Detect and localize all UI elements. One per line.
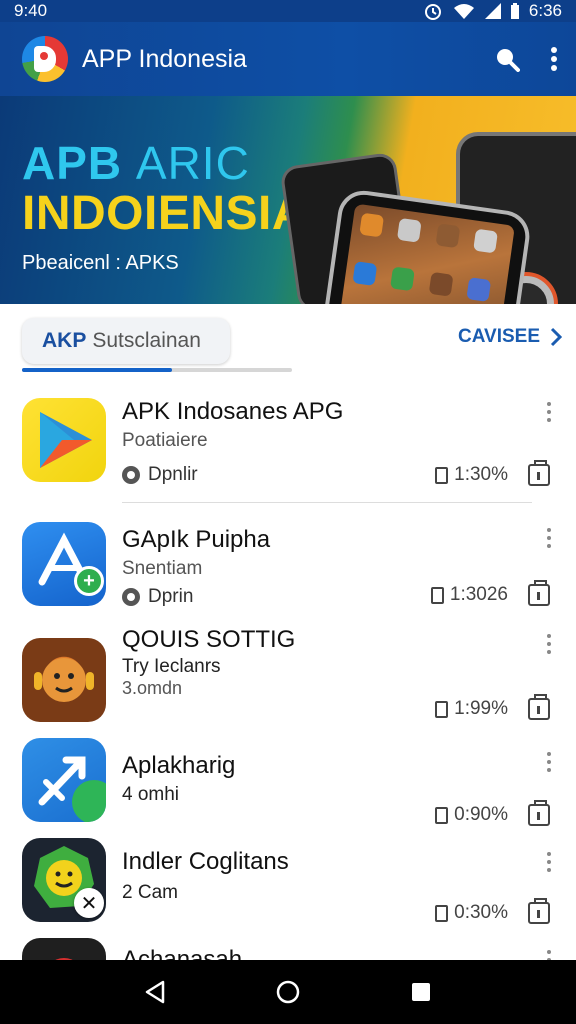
tab-underline — [22, 368, 172, 372]
app-subtitle: 4 omhi — [122, 784, 180, 805]
list-item[interactable]: + GApIk Puipha Snentiam Dprin 1:3026 — [0, 512, 576, 624]
app-subtitle: Try Ieclanrs — [122, 656, 221, 677]
app-bar: APP Indonesia — [0, 22, 576, 96]
more-vert-icon[interactable] — [546, 752, 552, 772]
tab-selected[interactable]: AKP Sutsclainan — [22, 318, 230, 364]
phone-screen — [333, 203, 515, 304]
more-vert-icon[interactable] — [546, 402, 552, 422]
app-name: QOUIS SOTTIG — [122, 626, 296, 653]
download-icon[interactable] — [528, 800, 550, 826]
more-vert-icon[interactable] — [546, 634, 552, 654]
banner-title-line2: INDOIENSIA — [22, 187, 308, 240]
app-subtitle: Poatiaiere — [122, 430, 208, 451]
app-size: 1:99% — [435, 698, 508, 720]
section-header: AKP Sutsclainan CAVISEE — [22, 318, 562, 374]
download-icon[interactable] — [528, 898, 550, 924]
app-subtitle: Snentiam — [122, 558, 203, 579]
file-icon — [435, 700, 449, 718]
app-title: APP Indonesia — [82, 44, 247, 73]
app-size: 0:30% — [435, 902, 508, 924]
more-vert-icon[interactable] — [546, 852, 552, 872]
app-size: 1:3026 — [430, 584, 508, 606]
character-app-icon — [22, 638, 106, 722]
status-time: 9:40 — [14, 1, 48, 20]
chevron-right-icon — [550, 327, 562, 347]
status-right-time: 6:36 — [528, 1, 562, 20]
play-store-app-icon — [22, 398, 106, 482]
file-icon — [435, 904, 449, 922]
app-logo — [22, 36, 68, 82]
home-icon[interactable] — [275, 979, 301, 1005]
file-icon — [435, 806, 449, 824]
file-icon — [435, 466, 449, 484]
close-badge-icon: ✕ — [74, 888, 104, 918]
status-bar: 9:40 6:36 — [0, 0, 576, 22]
list-item[interactable]: QOUIS SOTTIG Try Ieclanrs 3.omdn 1:99% — [0, 626, 576, 738]
recents-icon[interactable] — [410, 981, 432, 1003]
file-icon — [430, 586, 444, 604]
app-name: GApIk Puipha — [122, 526, 271, 553]
download-icon[interactable] — [528, 460, 550, 486]
banner-title-line1: APB ARIC — [22, 137, 250, 189]
banner-subtitle: Pbeaicenl : APKS — [22, 252, 179, 274]
more-vert-icon[interactable] — [550, 47, 558, 71]
developer-icon — [122, 588, 140, 606]
developer-icon — [122, 466, 140, 484]
app-author: Dprin — [122, 586, 193, 608]
promo-banner[interactable]: APB ARIC INDOIENSIA Pbeaicenl : APKS — [0, 96, 576, 304]
list-item[interactable]: ✕ Indler Coglitans 2 Cam 0:30% — [0, 836, 576, 936]
app-subtitle-2: 3.omdn — [122, 678, 183, 698]
app-name: APK Indosanes APG — [122, 398, 344, 425]
app-name: Indler Coglitans — [122, 848, 289, 875]
download-icon[interactable] — [528, 580, 550, 606]
search-icon[interactable] — [494, 46, 520, 72]
add-badge-icon: + — [74, 566, 104, 596]
signal-icon — [484, 3, 501, 19]
see-all-link[interactable]: CAVISEE — [458, 326, 562, 348]
more-vert-icon[interactable] — [546, 528, 552, 548]
back-icon[interactable] — [144, 980, 166, 1004]
divider — [122, 502, 532, 503]
status-icons: 6:36 — [423, 1, 562, 21]
app-name: Aplakharig — [122, 752, 236, 779]
app-size: 1:30% — [435, 464, 508, 486]
app-size: 0:90% — [435, 804, 508, 826]
list-item[interactable]: Aplakharig 4 omhi 0:90% — [0, 738, 576, 838]
battery-icon — [510, 3, 519, 19]
system-nav-bar — [0, 960, 576, 1024]
list-item[interactable]: APK Indosanes APG Poatiaiere Dpnlir 1:30… — [0, 388, 576, 508]
app-author: Dpnlir — [122, 464, 198, 486]
download-icon[interactable] — [528, 694, 550, 720]
send-app-icon — [22, 738, 106, 822]
wifi-icon — [453, 4, 474, 19]
app-subtitle: 2 Cam — [122, 882, 178, 903]
alarm-icon — [424, 4, 441, 20]
